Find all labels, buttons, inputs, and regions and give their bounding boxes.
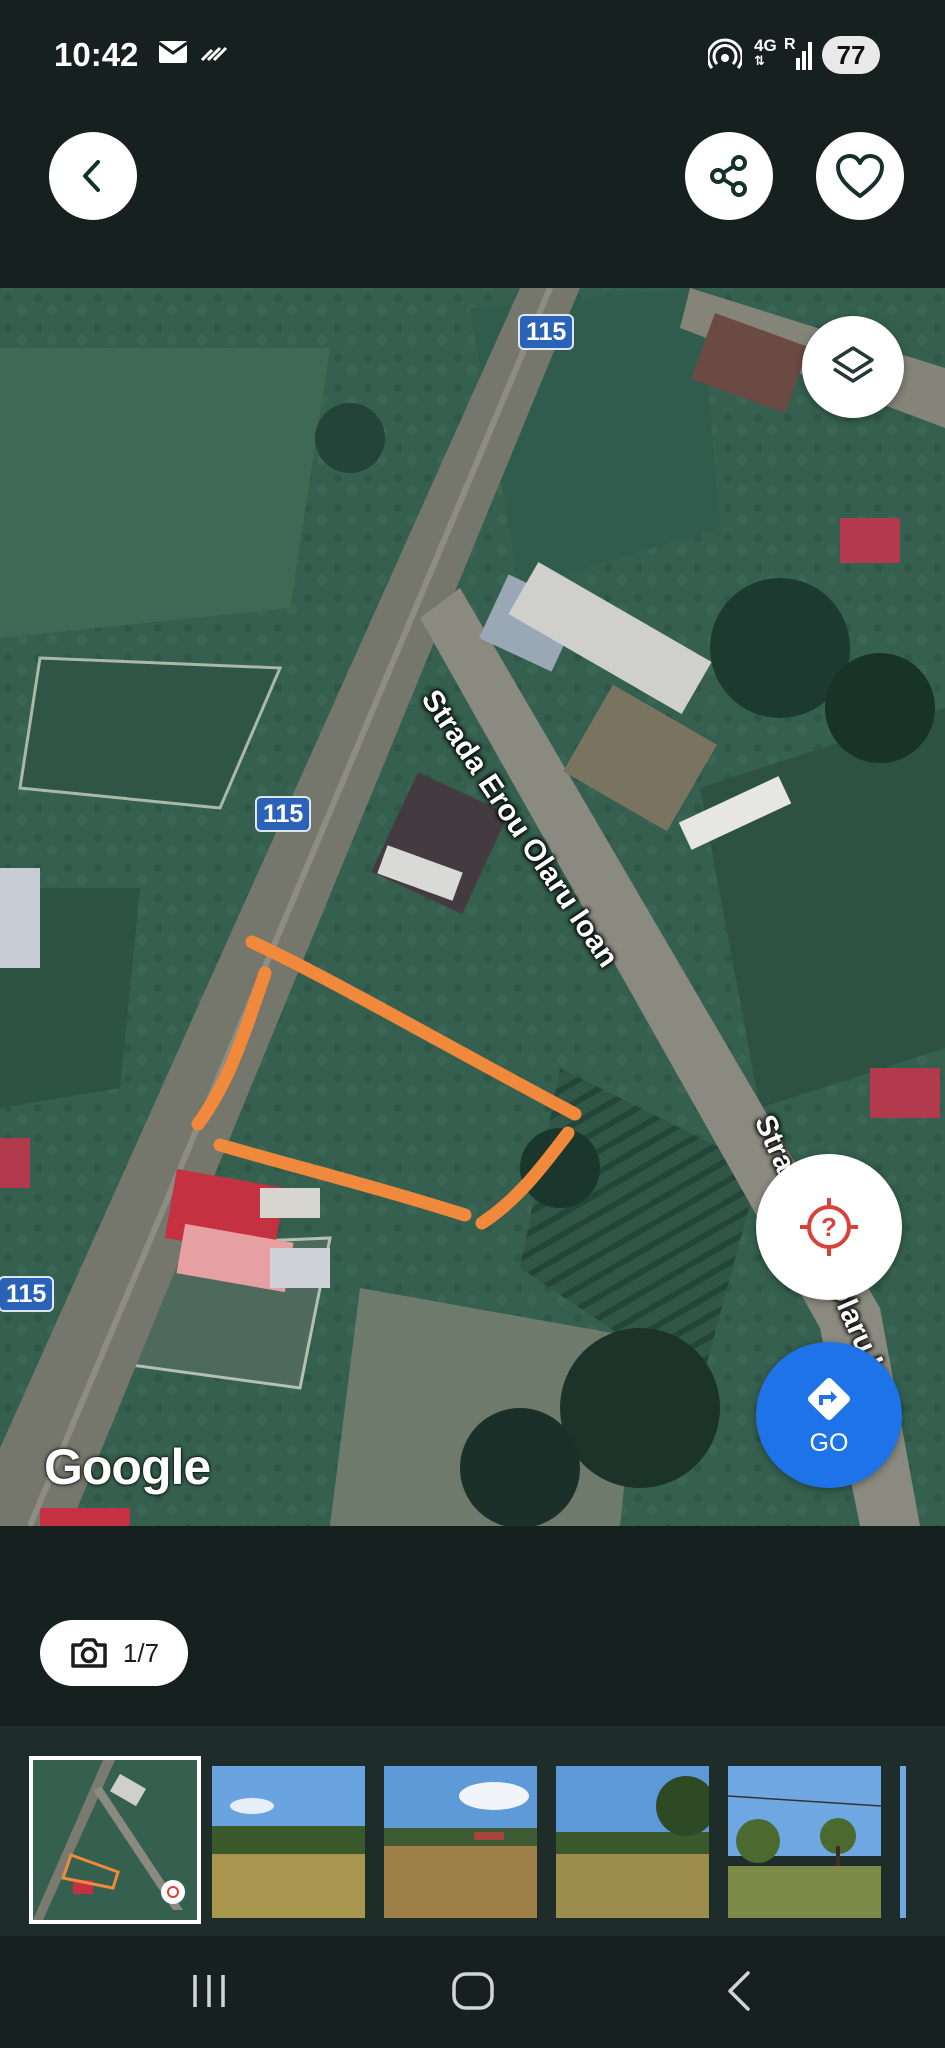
network-arrows: ⇅	[754, 53, 765, 68]
share-icon	[710, 155, 747, 197]
go-label: GO	[809, 1428, 849, 1457]
map-imagery	[0, 288, 945, 1526]
favorite-button[interactable]	[816, 132, 904, 220]
signal-icon: R	[784, 36, 814, 77]
heart-icon	[836, 154, 884, 198]
top-bar	[0, 88, 945, 288]
layers-button[interactable]	[802, 316, 904, 418]
battery-indicator: 77	[822, 36, 880, 74]
road-label-115: 115	[518, 314, 575, 350]
directions-icon	[808, 1377, 850, 1420]
mail-icon	[158, 40, 188, 69]
thumbnail-field-image	[556, 1766, 709, 1918]
thumbnail-5[interactable]	[728, 1766, 881, 1918]
network-label: 4G	[754, 36, 777, 55]
road-label-115: 115	[255, 796, 312, 832]
thumbnail-field-image	[212, 1766, 365, 1918]
layers-icon	[832, 346, 874, 383]
home-icon	[452, 1972, 494, 2010]
recents-button[interactable]	[164, 1956, 254, 2026]
home-button[interactable]	[428, 1956, 518, 2026]
share-button[interactable]	[685, 132, 773, 220]
status-bar: 10:42 4G ⇅ R 77	[0, 0, 945, 88]
back-button[interactable]	[49, 132, 137, 220]
thumbnail-4[interactable]	[556, 1766, 709, 1918]
thumbnail-partial-image	[900, 1766, 906, 1918]
go-button[interactable]: GO	[756, 1342, 902, 1488]
thumbnail-3[interactable]	[384, 1766, 537, 1918]
chevron-left-icon	[83, 160, 100, 192]
thumbnail-1[interactable]	[29, 1756, 201, 1924]
satellite-map[interactable]: 115 115 115 Strada Erou Olaru Ioan Strad…	[0, 288, 945, 1526]
thumbnail-map-image	[33, 1760, 197, 1920]
roaming-label: R	[784, 36, 796, 53]
camera-icon	[71, 1638, 107, 1668]
recents-icon	[193, 1975, 225, 2007]
system-navigation-bar	[0, 1936, 945, 2048]
network-type: 4G ⇅	[754, 36, 777, 68]
wifi-calling-icon	[200, 40, 230, 69]
thumbnail-field-image	[384, 1766, 537, 1918]
google-logo: Google	[44, 1439, 211, 1495]
thumbnail-2[interactable]	[212, 1766, 365, 1918]
photo-counter: 1/7	[122, 1637, 160, 1668]
thumbnail-6[interactable]	[900, 1766, 906, 1918]
status-time: 10:42	[54, 36, 139, 73]
back-icon	[728, 1971, 750, 2011]
photo-counter-chip[interactable]: 1/7	[40, 1620, 188, 1686]
road-label-115: 115	[0, 1276, 55, 1312]
nav-back-button[interactable]	[694, 1956, 784, 2026]
thumbnail-field-image	[728, 1766, 881, 1918]
locate-button[interactable]: ?	[756, 1154, 902, 1300]
thumbnail-strip[interactable]	[0, 1726, 945, 1936]
locate-question-icon: ?	[800, 1198, 858, 1256]
svg-text:?: ?	[821, 1212, 837, 1242]
hotspot-icon	[706, 38, 744, 77]
